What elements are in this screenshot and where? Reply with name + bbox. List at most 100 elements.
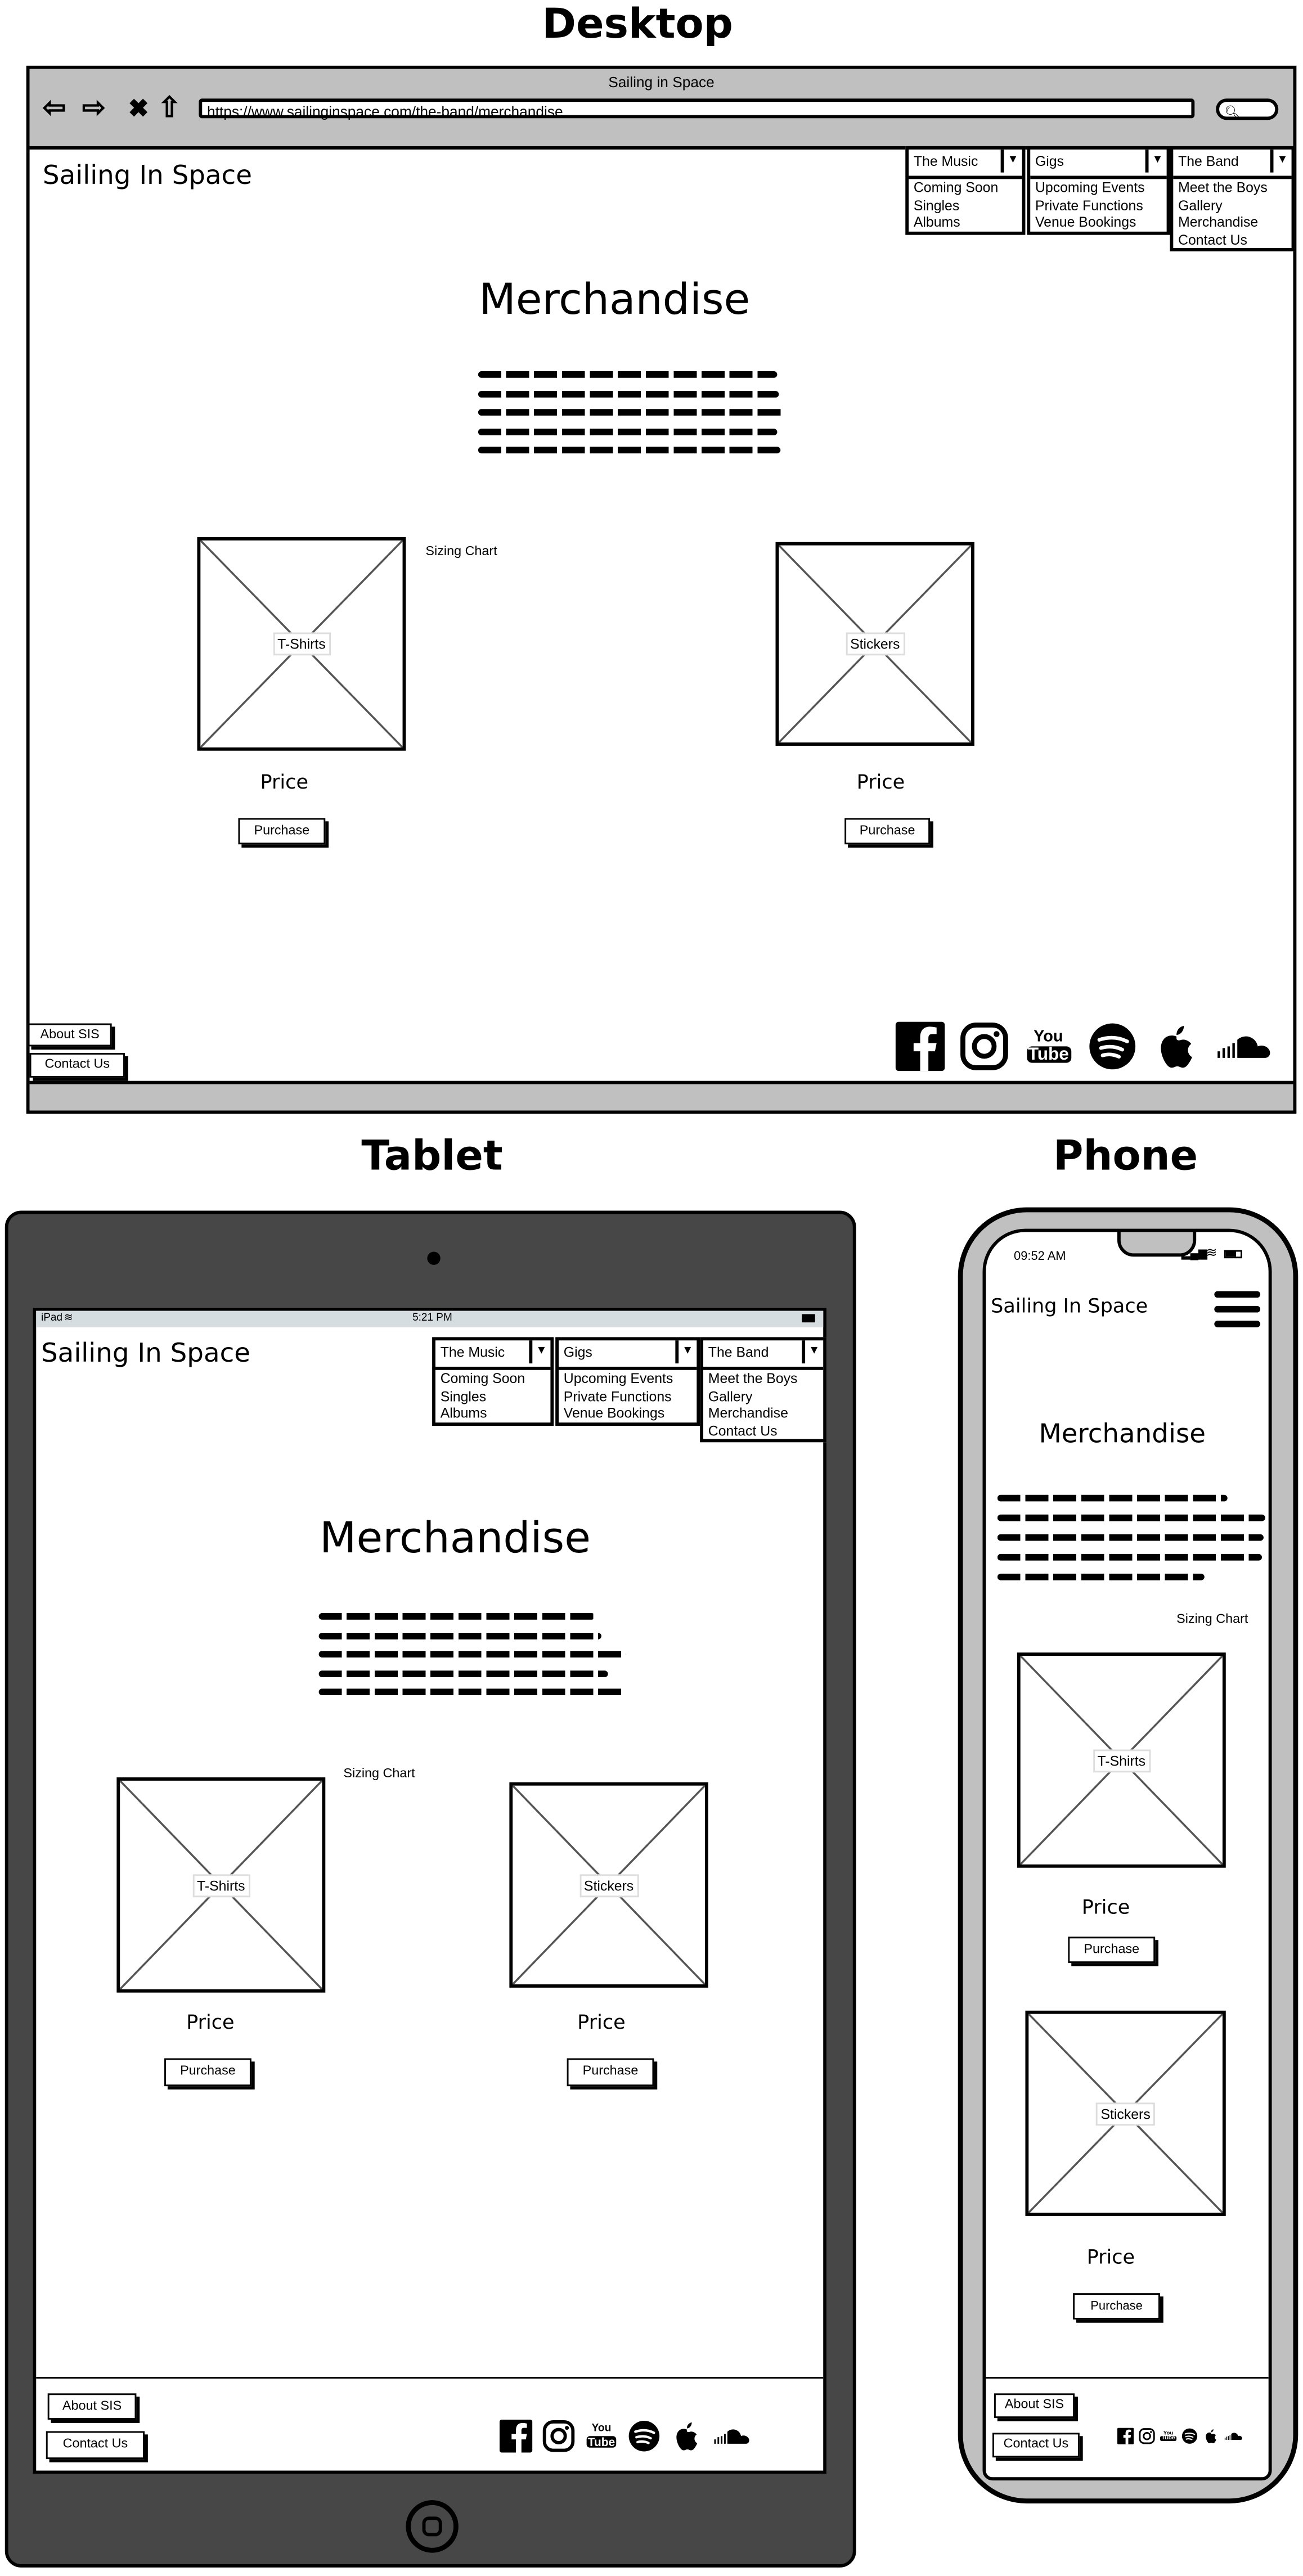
purchase-button[interactable]: Purchase — [164, 2058, 251, 2087]
nav-menu-item[interactable]: Albums — [909, 214, 1022, 231]
facebook-icon[interactable] — [499, 2420, 533, 2453]
nav-menu-item[interactable]: Meet the Boys — [703, 1370, 823, 1388]
nav-dropdown[interactable]: The Band ▼ Meet the Boys Gallery Merchandise… — [700, 1337, 827, 1443]
nav-menu-item[interactable]: Venue Bookings — [1030, 214, 1166, 231]
sizing-chart-link[interactable]: Sizing Chart — [425, 544, 497, 559]
purchase-button[interactable]: Purchase — [567, 2058, 654, 2087]
nav-menu-item[interactable]: Albums — [435, 1404, 550, 1422]
tablet-title: Tablet — [361, 1132, 503, 1179]
instagram-icon[interactable] — [960, 1022, 1009, 1071]
nav-menu-item[interactable]: Merchandise — [703, 1404, 823, 1422]
social-links: You Tube — [895, 1021, 1275, 1071]
stop-icon[interactable]: ✖ — [128, 93, 149, 123]
chevron-down-icon[interactable]: ▼ — [529, 1340, 550, 1364]
nav-dropdown[interactable]: Gigs ▼ Upcoming Events Private Functions Ven… — [555, 1337, 700, 1425]
site-logo[interactable]: Sailing In Space — [43, 159, 252, 190]
nav-menu-item[interactable]: Coming Soon — [909, 179, 1022, 196]
site-logo[interactable]: Sailing In Space — [991, 1294, 1148, 1317]
chevron-down-icon[interactable]: ▼ — [1270, 149, 1292, 173]
about-sis-button[interactable]: About SIS — [994, 2393, 1075, 2419]
sizing-chart-link[interactable]: Sizing Chart — [343, 1766, 415, 1781]
social-links: You Tube — [1117, 2428, 1244, 2444]
youtube-text-you: You — [1034, 1028, 1063, 1046]
apple-icon[interactable] — [1152, 1022, 1201, 1071]
nav-dropdown-header[interactable]: The Band ▼ — [703, 1340, 824, 1370]
nav-dropdown[interactable]: Gigs ▼ Upcoming Events Private Functions Ven… — [1027, 146, 1170, 235]
youtube-icon[interactable]: You Tube — [585, 2424, 618, 2447]
product-name: Stickers — [845, 632, 905, 656]
nav-menu-item[interactable]: Gallery — [703, 1387, 823, 1404]
nav-menu-item[interactable]: Singles — [909, 196, 1022, 214]
nav-dropdown[interactable]: The Band ▼ Meet the Boys Gallery Merchandise… — [1170, 146, 1295, 251]
contact-us-button[interactable]: Contact Us — [29, 1053, 125, 1078]
nav-dropdown-header[interactable]: The Music ▼ — [909, 149, 1022, 179]
camera-icon — [427, 1251, 441, 1265]
purchase-button[interactable]: Purchase — [1068, 1936, 1156, 1963]
contact-us-button[interactable]: Contact Us — [46, 2431, 145, 2460]
about-sis-button[interactable]: About SIS — [47, 2393, 137, 2420]
nav-dropdown-header[interactable]: Gigs ▼ — [559, 1340, 697, 1370]
nav-menu-item[interactable]: Merchandise — [1173, 214, 1291, 231]
home-button[interactable] — [406, 2500, 459, 2553]
contact-us-button[interactable]: Contact Us — [992, 2433, 1080, 2458]
nav-dropdown-label: The Music — [913, 152, 978, 169]
soundcloud-icon[interactable] — [1224, 2428, 1244, 2444]
page-heading: Merchandise — [479, 276, 751, 326]
chevron-down-icon[interactable]: ▼ — [802, 1340, 823, 1364]
signal-icon: ▂▄▆ — [1181, 1248, 1207, 1260]
placeholder-text-line — [478, 371, 778, 378]
soundcloud-icon[interactable] — [713, 2420, 753, 2452]
purchase-button[interactable]: Purchase — [1073, 2293, 1160, 2320]
nav-menu-item[interactable]: Private Functions — [1030, 196, 1166, 214]
facebook-icon[interactable] — [1117, 2428, 1134, 2444]
chevron-down-icon[interactable]: ▼ — [1145, 149, 1167, 173]
nav-dropdown-header[interactable]: The Music ▼ — [435, 1340, 551, 1370]
product-image-placeholder: Stickers — [775, 542, 974, 746]
site-logo[interactable]: Sailing In Space — [41, 1337, 250, 1368]
search-button[interactable]: 🔍︎ — [1216, 98, 1279, 120]
nav-menu-item[interactable]: Venue Bookings — [559, 1404, 697, 1422]
purchase-button[interactable]: Purchase — [844, 818, 931, 845]
facebook-icon[interactable] — [895, 1021, 945, 1071]
product-image-placeholder: T-Shirts — [197, 537, 406, 751]
url-bar[interactable]: https://www.sailinginspace.com/the-band/… — [199, 98, 1195, 120]
home-icon[interactable]: ⇧ — [158, 92, 181, 125]
youtube-icon[interactable]: You Tube — [1024, 1028, 1073, 1064]
nav-menu-item[interactable]: Contact Us — [1173, 231, 1291, 248]
nav-menu-item[interactable]: Upcoming Events — [559, 1370, 697, 1388]
spotify-icon[interactable] — [628, 2420, 661, 2452]
nav-menu-item[interactable]: Singles — [435, 1387, 550, 1404]
about-sis-button[interactable]: About SIS — [28, 1023, 112, 1047]
nav-dropdown[interactable]: The Music ▼ Coming Soon Singles Albums — [432, 1337, 554, 1425]
product-name: Stickers — [579, 1873, 639, 1897]
product-image-placeholder: T-Shirts — [1017, 1652, 1226, 1868]
youtube-icon[interactable]: You Tube — [1160, 2429, 1177, 2442]
sizing-chart-link[interactable]: Sizing Chart — [1176, 1611, 1248, 1626]
soundcloud-icon[interactable] — [1216, 1022, 1275, 1071]
back-icon[interactable]: ⇦ — [43, 92, 66, 125]
nav-dropdown-label: Gigs — [1035, 152, 1064, 169]
spotify-icon[interactable] — [1088, 1022, 1137, 1071]
apple-icon[interactable] — [1203, 2428, 1219, 2444]
chevron-down-icon[interactable]: ▼ — [675, 1340, 697, 1364]
footer-divider — [986, 2377, 1269, 2379]
nav-menu-item[interactable]: Private Functions — [559, 1387, 697, 1404]
forward-icon[interactable]: ⇨ — [82, 92, 106, 125]
nav-dropdown-header[interactable]: The Band ▼ — [1173, 149, 1292, 179]
nav-dropdown-header[interactable]: Gigs ▼ — [1030, 149, 1167, 179]
nav-dropdown-label: The Music — [440, 1344, 505, 1361]
nav-menu-item[interactable]: Upcoming Events — [1030, 179, 1166, 196]
nav-menu-item[interactable]: Coming Soon — [435, 1370, 550, 1388]
instagram-icon[interactable] — [542, 2420, 575, 2452]
spotify-icon[interactable] — [1181, 2428, 1198, 2444]
nav-menu-item[interactable]: Gallery — [1173, 196, 1291, 214]
chevron-down-icon[interactable]: ▼ — [1000, 149, 1022, 173]
purchase-button[interactable]: Purchase — [238, 818, 326, 845]
wifi-icon: ≋ — [64, 1312, 73, 1325]
hamburger-menu-icon[interactable] — [1214, 1291, 1261, 1327]
instagram-icon[interactable] — [1139, 2428, 1155, 2444]
nav-menu-item[interactable]: Contact Us — [703, 1422, 823, 1439]
nav-dropdown[interactable]: The Music ▼ Coming Soon Singles Albums — [905, 146, 1026, 235]
apple-icon[interactable] — [671, 2420, 703, 2452]
nav-menu-item[interactable]: Meet the Boys — [1173, 179, 1291, 196]
